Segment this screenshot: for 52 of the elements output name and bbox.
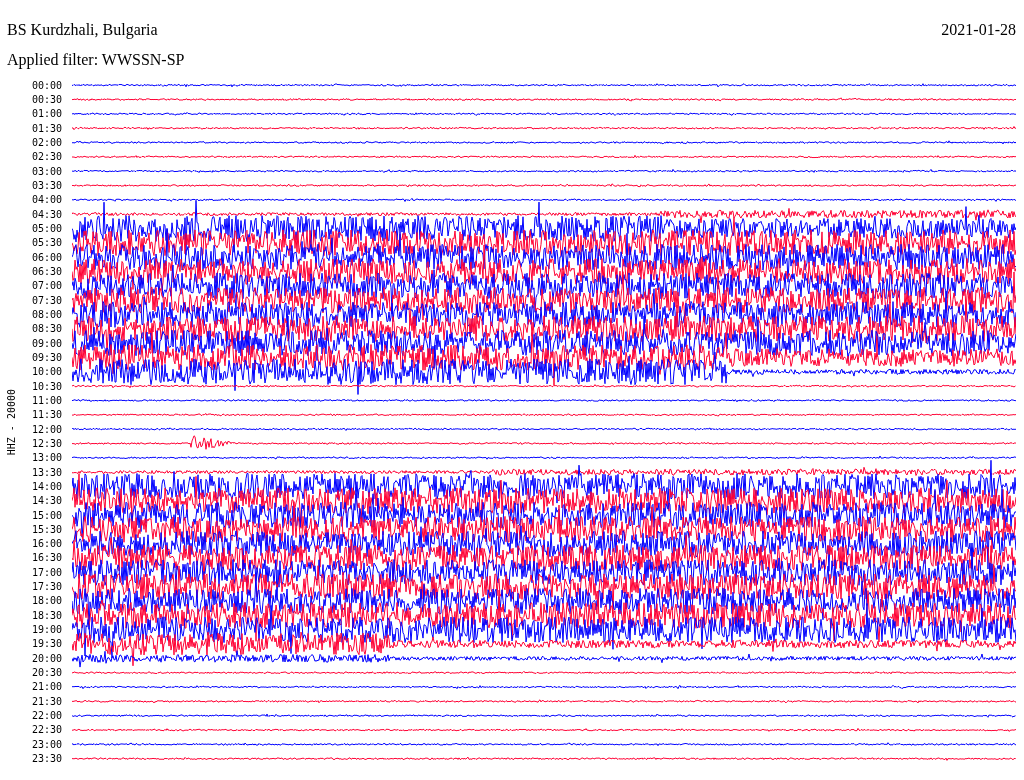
time-label: 01:30	[31, 122, 62, 134]
time-label: 13:30	[31, 466, 62, 478]
time-label: 00:30	[31, 94, 62, 105]
time-label: 08:00	[31, 308, 62, 320]
time-label: 06:00	[31, 251, 62, 263]
time-label: 07:00	[31, 280, 62, 292]
time-label: 17:30	[31, 581, 62, 593]
time-label: 13:00	[31, 452, 62, 464]
time-label: 02:30	[31, 151, 62, 163]
time-label: 16:00	[31, 538, 62, 550]
time-label: 05:30	[31, 237, 62, 249]
time-label: 19:30	[31, 638, 62, 650]
time-label: 23:30	[31, 753, 62, 765]
time-label: 16:30	[31, 552, 62, 564]
time-label: 12:30	[31, 437, 62, 449]
time-label: 06:30	[31, 265, 62, 277]
time-label: 20:30	[31, 667, 62, 679]
time-label: 03:30	[31, 179, 62, 191]
time-label: 09:00	[31, 337, 62, 349]
time-label: 02:00	[31, 136, 62, 148]
filter-label: Applied filter: WWSSN-SP	[6, 50, 186, 70]
time-label: 10:30	[31, 380, 62, 392]
time-label: 00:00	[31, 79, 62, 91]
time-label: 14:30	[31, 495, 62, 507]
time-label: 11:30	[31, 409, 62, 421]
time-label: 14:00	[31, 480, 62, 492]
time-label: 15:30	[31, 523, 62, 535]
time-label: 18:30	[31, 609, 62, 621]
station-title: BS Kurdzhali, Bulgaria	[7, 20, 158, 40]
time-label: 03:00	[31, 165, 62, 177]
time-label: 21:30	[31, 695, 62, 707]
time-label: 10:00	[31, 366, 62, 378]
time-label: 20:00	[31, 652, 62, 664]
time-label: 04:30	[31, 208, 62, 220]
date-label: 2021-01-28	[941, 20, 1016, 40]
time-label: 12:00	[31, 423, 62, 435]
time-label: 09:30	[31, 351, 62, 363]
time-label: 17:00	[31, 566, 62, 578]
channel-label: HHZ - 20000	[5, 388, 17, 456]
time-label: 18:00	[31, 595, 62, 607]
time-label: 04:00	[31, 194, 62, 206]
time-label: 01:00	[31, 108, 62, 120]
time-label: 23:00	[31, 738, 62, 750]
time-label: 15:00	[31, 509, 62, 521]
time-label: 11:00	[31, 394, 62, 406]
time-label: 22:00	[31, 710, 62, 722]
time-label: 07:30	[31, 294, 62, 306]
time-label: 21:00	[31, 681, 62, 693]
time-label: 05:00	[31, 222, 62, 234]
time-label: 08:30	[31, 323, 62, 335]
time-label: 22:30	[31, 724, 62, 736]
time-label: 19:00	[31, 624, 62, 636]
